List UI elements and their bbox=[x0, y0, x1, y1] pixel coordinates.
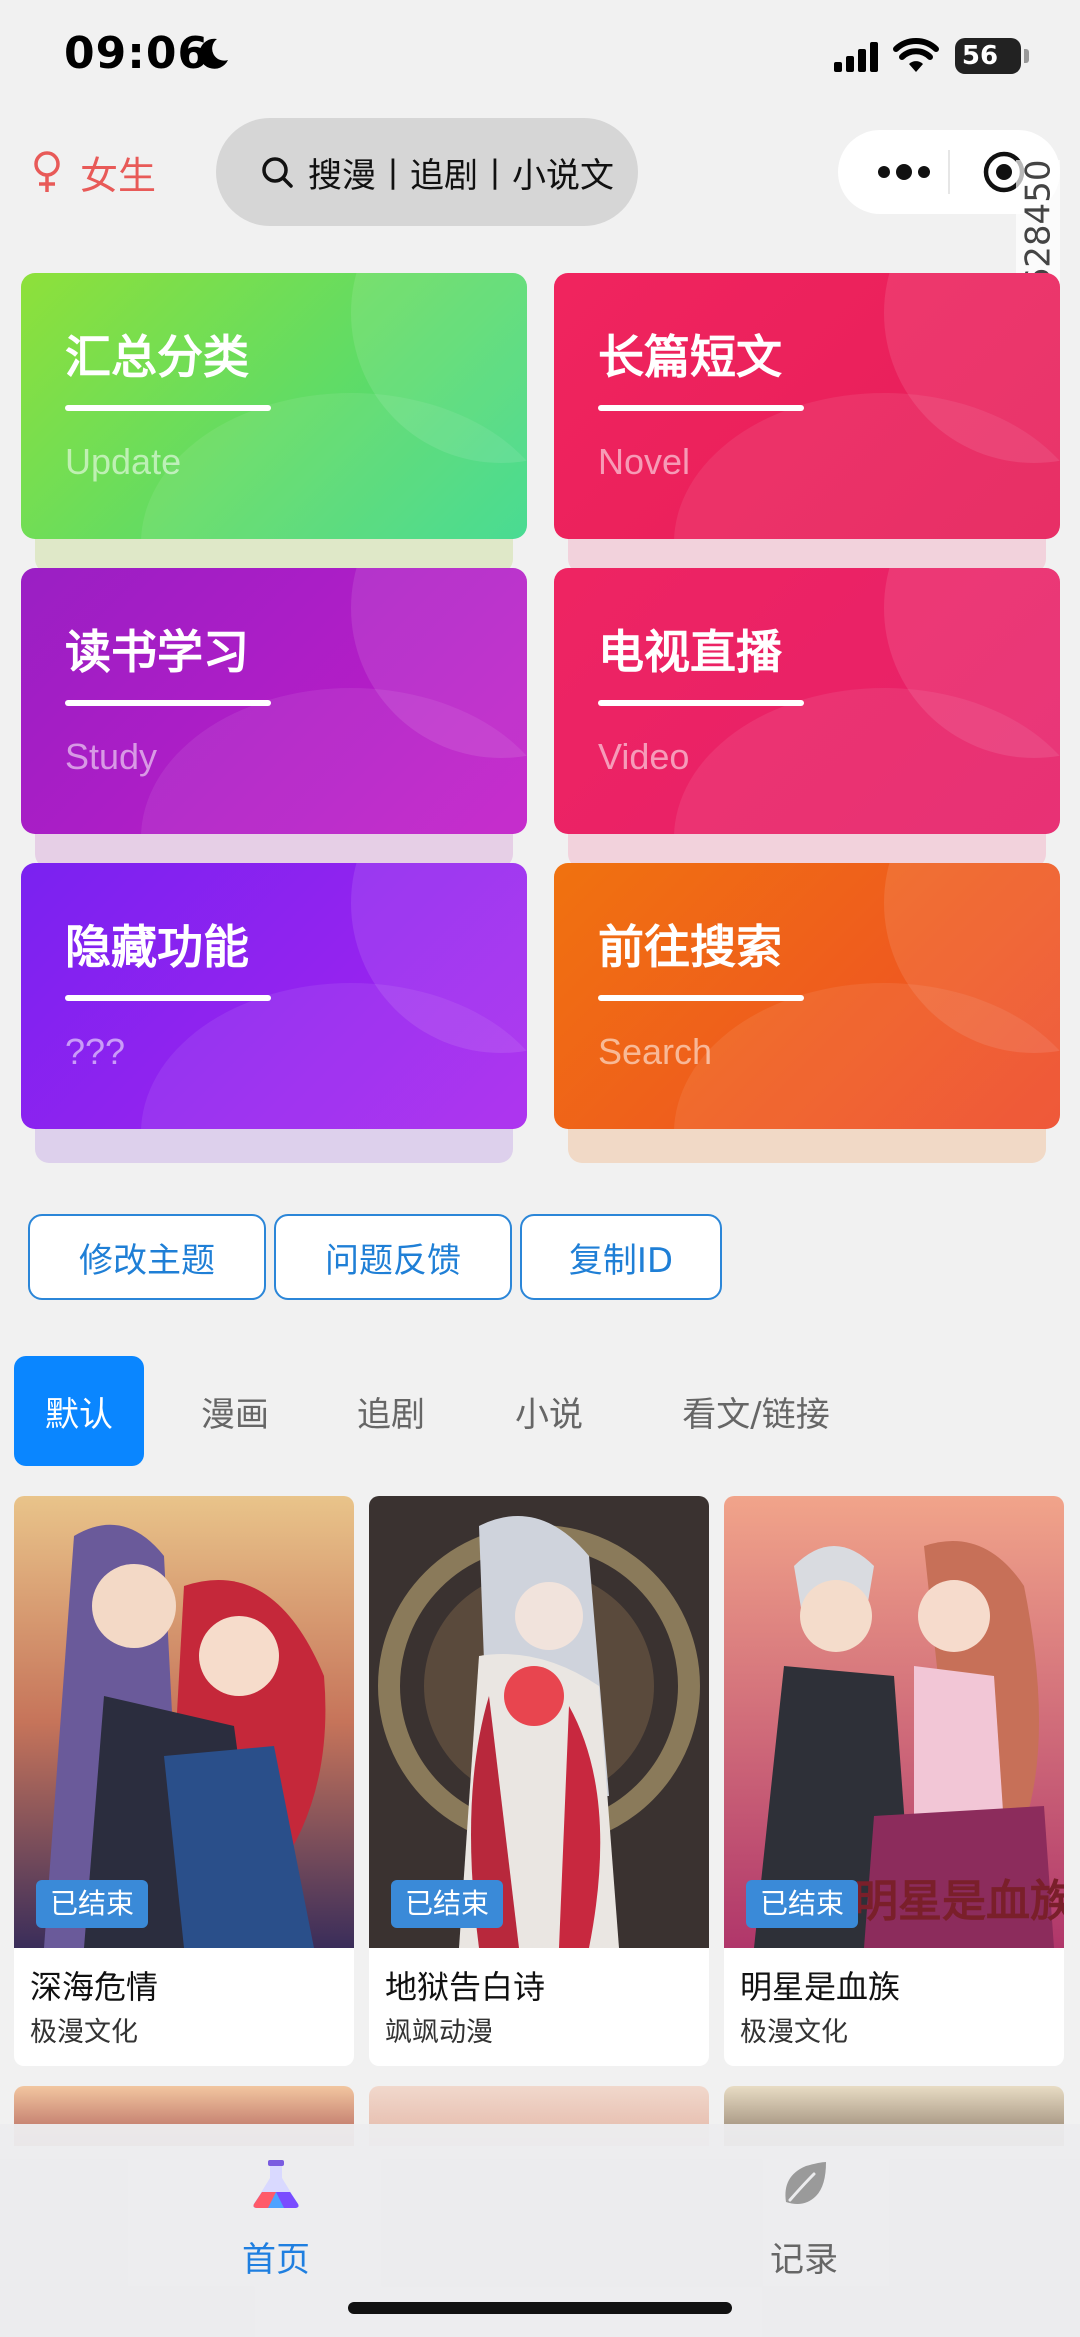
status-badge: 已结束 bbox=[36, 1880, 149, 1928]
card-underline bbox=[598, 405, 804, 411]
category-card[interactable]: 长篇短文 Novel bbox=[554, 273, 1060, 539]
comic-author: 极漫文化 bbox=[740, 2017, 848, 2048]
card-title: 前往搜索 bbox=[598, 920, 782, 974]
search-icon bbox=[262, 157, 293, 188]
cover-title-art: 明星是血族 bbox=[854, 1876, 1064, 1927]
tab-item[interactable]: 看文/链接 bbox=[656, 1356, 856, 1466]
comic-author: 飒飒动漫 bbox=[385, 2017, 493, 2048]
tab-item[interactable]: 漫画 bbox=[180, 1356, 290, 1466]
card-title: 长篇短文 bbox=[598, 330, 782, 384]
tab-item[interactable]: 追剧 bbox=[336, 1356, 446, 1466]
modify-theme-button[interactable]: 修改主题 bbox=[28, 1214, 266, 1300]
status-badge: 已结束 bbox=[391, 1880, 504, 1928]
comic-card[interactable]: 已结束 深海危情 极漫文化 bbox=[14, 1496, 354, 2066]
leaf-icon bbox=[785, 2162, 826, 2204]
card-title: 汇总分类 bbox=[65, 330, 249, 384]
nav-home-label: 首页 bbox=[242, 2240, 310, 2280]
nav-records[interactable]: 记录 bbox=[704, 2156, 904, 2281]
card-underline bbox=[65, 405, 271, 411]
feedback-button[interactable]: 问题反馈 bbox=[274, 1214, 512, 1300]
female-icon bbox=[34, 151, 60, 192]
comic-title: 深海危情 bbox=[30, 1968, 159, 2006]
nav-records-label: 记录 bbox=[770, 2240, 838, 2280]
gender-switch[interactable]: 女生 bbox=[30, 142, 156, 202]
card-subtitle: Search bbox=[598, 1031, 713, 1072]
card-subtitle: Update bbox=[65, 441, 182, 482]
more-icon[interactable] bbox=[876, 156, 932, 188]
battery-tip bbox=[1024, 49, 1029, 63]
card-subtitle: ??? bbox=[65, 1031, 126, 1072]
nav-home[interactable]: 首页 bbox=[176, 2156, 376, 2281]
signal-icon bbox=[834, 42, 878, 72]
card-underline bbox=[598, 995, 804, 1001]
battery-level: 56 bbox=[961, 41, 999, 71]
category-card[interactable]: 电视直播 Video bbox=[554, 568, 1060, 834]
wifi-icon bbox=[893, 38, 939, 72]
home-indicator bbox=[348, 2302, 732, 2314]
card-title: 读书学习 bbox=[65, 625, 249, 679]
card-subtitle: Novel bbox=[598, 441, 691, 482]
status-time: 09:06 bbox=[64, 28, 210, 79]
status-badge: 已结束 bbox=[746, 1880, 859, 1928]
card-title: 隐藏功能 bbox=[65, 920, 249, 974]
comic-card[interactable]: 已结束 地狱告白诗 飒飒动漫 bbox=[369, 1496, 709, 2066]
battery-icon: 56 bbox=[955, 38, 1021, 74]
category-card[interactable]: 读书学习 Study bbox=[21, 568, 527, 834]
flask-icon bbox=[253, 2160, 299, 2208]
gender-label: 女生 bbox=[80, 153, 157, 198]
comic-title: 地狱告白诗 bbox=[385, 1968, 546, 2006]
comic-title: 明星是血族 bbox=[740, 1968, 901, 2006]
category-card[interactable]: 汇总分类 Update bbox=[21, 273, 527, 539]
comic-author: 极漫文化 bbox=[30, 2017, 138, 2048]
capsule-divider bbox=[948, 150, 950, 194]
tab-item[interactable]: 小说 bbox=[494, 1356, 604, 1466]
category-card[interactable]: 隐藏功能 ??? bbox=[21, 863, 527, 1129]
card-underline bbox=[65, 700, 271, 706]
card-underline bbox=[598, 700, 804, 706]
comic-card[interactable]: 明星是血族 已结束 明星是血族 极漫文化 bbox=[724, 1496, 1064, 2066]
copy-id-button[interactable]: 复制ID bbox=[520, 1214, 722, 1300]
search-input[interactable]: 搜漫丨追剧丨小说文 bbox=[216, 118, 638, 226]
card-underline bbox=[65, 995, 271, 1001]
card-subtitle: Study bbox=[65, 736, 158, 777]
search-placeholder: 搜漫丨追剧丨小说文 bbox=[308, 155, 614, 196]
category-card[interactable]: 前往搜索 Search bbox=[554, 863, 1060, 1129]
card-subtitle: Video bbox=[598, 736, 690, 777]
tab-item[interactable]: 默认 bbox=[14, 1356, 144, 1466]
status-bar: 09:06 56 bbox=[0, 0, 1080, 110]
moon-icon bbox=[199, 38, 228, 69]
card-title: 电视直播 bbox=[598, 625, 782, 679]
